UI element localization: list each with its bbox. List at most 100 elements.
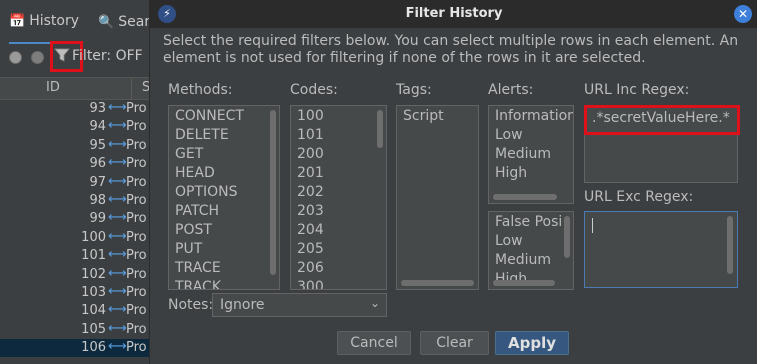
row-source: Pro — [126, 284, 147, 300]
table-row[interactable]: 97 ⟷ Pro — [0, 174, 160, 192]
row-id: 103 — [81, 284, 106, 300]
notes-selected-value: Ignore — [220, 297, 265, 313]
list-item[interactable]: 206 — [291, 259, 386, 278]
row-id: 105 — [81, 321, 106, 337]
column-header-id[interactable]: ID — [46, 80, 60, 95]
tags-label: Tags: — [396, 82, 432, 98]
table-row[interactable]: 96 ⟷ Pro — [0, 155, 160, 173]
alerts-risk-scrollbar[interactable] — [493, 194, 557, 200]
alerts-confidence-hscroll[interactable] — [493, 280, 555, 286]
list-item[interactable]: Information — [489, 107, 573, 126]
list-item[interactable]: 204 — [291, 221, 386, 240]
chevron-down-icon: ⌄ — [369, 296, 380, 310]
toolbar-round-button-2[interactable] — [31, 51, 44, 64]
list-item[interactable]: PATCH — [169, 202, 279, 221]
tags-list[interactable]: Script — [396, 105, 479, 290]
codes-label: Codes: — [290, 82, 338, 98]
tab-search-label: Sear — [118, 14, 151, 30]
proxy-arrow-icon: ⟷ — [108, 247, 127, 263]
row-id: 93 — [89, 101, 106, 116]
tab-history[interactable]: 📅 History — [9, 0, 79, 44]
list-item[interactable]: High — [489, 164, 573, 183]
row-source: Pro — [126, 101, 147, 116]
url-inc-highlight — [584, 105, 740, 135]
list-item[interactable]: 100 — [291, 107, 386, 126]
table-row[interactable]: 95 ⟷ Pro — [0, 137, 160, 155]
text-caret — [592, 218, 593, 233]
list-item[interactable]: TRACE — [169, 259, 279, 278]
list-item[interactable]: 201 — [291, 164, 386, 183]
row-source: Pro — [126, 303, 147, 319]
table-row[interactable]: 104 ⟷ Pro — [0, 302, 160, 320]
codes-scrollbar[interactable] — [377, 110, 383, 148]
list-item[interactable]: Low — [489, 126, 573, 145]
list-item[interactable]: OPTIONS — [169, 183, 279, 202]
list-item[interactable]: 101 — [291, 126, 386, 145]
proxy-arrow-icon: ⟷ — [108, 302, 127, 318]
table-row[interactable]: 98 ⟷ Pro — [0, 192, 160, 210]
row-id: 95 — [89, 137, 106, 153]
url-exc-scrollbar[interactable] — [727, 216, 733, 274]
methods-list[interactable]: CONNECT DELETE GET HEAD OPTIONS PATCH PO… — [168, 105, 280, 290]
row-id: 94 — [89, 119, 106, 135]
apply-button[interactable]: Apply — [495, 331, 569, 355]
table-row[interactable]: 100 ⟷ Pro — [0, 229, 160, 247]
row-source: Pro — [126, 192, 147, 208]
list-item[interactable]: False Posi — [489, 213, 573, 232]
list-item[interactable]: 202 — [291, 183, 386, 202]
row-id: 100 — [81, 229, 106, 245]
list-item[interactable]: PUT — [169, 240, 279, 259]
row-id: 104 — [81, 303, 106, 319]
alerts-risk-list[interactable]: Information Low Medium High — [488, 105, 574, 204]
list-item[interactable]: POST — [169, 221, 279, 240]
codes-list[interactable]: 100 101 200 201 202 203 204 205 206 300 — [290, 105, 387, 290]
table-row[interactable]: 102 ⟷ Pro — [0, 266, 160, 284]
row-id: 99 — [89, 211, 106, 227]
tab-search[interactable]: 🔍 Sear — [98, 0, 150, 44]
cancel-button[interactable]: Cancel — [337, 331, 411, 355]
list-item[interactable]: Medium — [489, 145, 573, 164]
notes-label: Notes: — [168, 297, 214, 313]
filter-status: Filter: OFF — [72, 48, 143, 64]
table-row[interactable]: 103 ⟷ Pro — [0, 284, 160, 302]
list-item[interactable]: DELETE — [169, 126, 279, 145]
list-item[interactable]: 205 — [291, 240, 386, 259]
clear-button[interactable]: Clear — [420, 331, 489, 355]
url-inc-regex-label: URL Inc Regex: — [584, 82, 690, 98]
alerts-confidence-vscroll[interactable] — [564, 216, 570, 258]
table-row[interactable]: 94 ⟷ Pro — [0, 118, 160, 136]
list-item[interactable]: TRACK — [169, 278, 279, 289]
table-row[interactable]: 93 ⟷ Pro — [0, 100, 160, 118]
row-source: Pro — [126, 174, 147, 190]
notes-select[interactable]: Ignore ⌄ — [212, 293, 387, 317]
proxy-arrow-icon: ⟷ — [108, 118, 127, 134]
list-item[interactable]: Script — [397, 107, 478, 126]
alerts-confidence-list[interactable]: False Posi Low Medium High — [488, 211, 574, 290]
proxy-arrow-icon: ⟷ — [108, 100, 127, 115]
url-exc-regex-field[interactable] — [584, 211, 738, 288]
list-item[interactable]: GET — [169, 145, 279, 164]
dialog-title: Filter History — [405, 6, 503, 21]
list-item[interactable]: Low — [489, 232, 573, 251]
close-icon[interactable]: ✕ — [734, 5, 752, 23]
list-item[interactable]: CONNECT — [169, 107, 279, 126]
table-row[interactable]: 101 ⟷ Pro — [0, 247, 160, 265]
list-item[interactable]: 200 — [291, 145, 386, 164]
toolbar-round-button-1[interactable] — [9, 51, 22, 64]
table-row[interactable]: 105 ⟷ Pro — [0, 321, 160, 339]
list-item[interactable]: Medium — [489, 251, 573, 270]
list-item[interactable]: 203 — [291, 202, 386, 221]
proxy-arrow-icon: ⟷ — [108, 283, 127, 299]
history-table-body: 93 ⟷ Pro 94 ⟷ Pro 95 ⟷ Pro 96 ⟷ Pro 97 ⟷ Pro 98 ⟷ Pr… — [0, 100, 160, 358]
table-row[interactable]: 106 ⟷ Pro — [0, 339, 160, 358]
row-source: Pro — [126, 229, 147, 245]
row-source: Pro — [126, 156, 147, 172]
list-item[interactable]: HEAD — [169, 164, 279, 183]
tags-scrollbar[interactable] — [401, 280, 474, 286]
table-row[interactable]: 99 ⟷ Pro — [0, 210, 160, 228]
list-item[interactable]: 300 — [291, 278, 386, 289]
proxy-arrow-icon: ⟷ — [108, 265, 127, 281]
proxy-arrow-icon: ⟷ — [108, 210, 127, 226]
methods-scrollbar[interactable] — [270, 110, 276, 275]
dialog-titlebar[interactable]: ⚡ Filter History ✕ — [150, 0, 757, 28]
